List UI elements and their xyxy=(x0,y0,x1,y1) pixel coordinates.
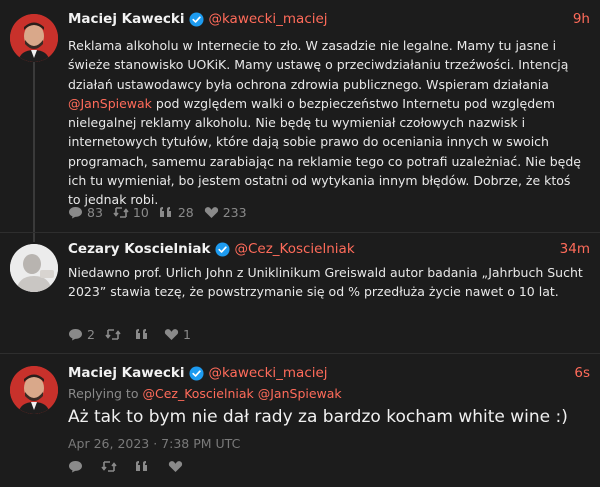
like-icon xyxy=(164,329,179,340)
retweet-count: 10 xyxy=(132,205,149,220)
verified-badge-icon xyxy=(215,241,230,257)
reply-icon xyxy=(69,461,82,473)
like-count: 233 xyxy=(222,205,247,220)
like-stat[interactable] xyxy=(168,460,187,473)
tweet-text-part: pod względem walki o bezpieczeństwo Inte… xyxy=(68,95,585,208)
like-count: 1 xyxy=(182,327,191,342)
retweet-stat[interactable] xyxy=(105,328,125,341)
like-icon xyxy=(204,207,218,218)
reply-icon xyxy=(69,207,82,219)
tweet-1[interactable]: Maciej Kawecki @kawecki_maciej 9h Reklam… xyxy=(0,0,600,232)
avatar[interactable] xyxy=(10,366,58,414)
verified-badge-icon xyxy=(189,11,204,27)
mention-link[interactable]: @JanSpiewak xyxy=(68,96,152,111)
retweet-icon xyxy=(113,207,129,218)
tweet-text: Reklama alkoholu w Internecie to zło. W … xyxy=(68,36,586,210)
like-stat[interactable]: 1 xyxy=(164,327,191,342)
reply-count: 2 xyxy=(87,327,95,342)
like-icon xyxy=(168,461,183,472)
author-name[interactable]: Maciej Kawecki xyxy=(68,365,184,381)
avatar[interactable] xyxy=(10,244,58,292)
retweet-stat[interactable]: 10 xyxy=(113,205,149,220)
quote-stat[interactable] xyxy=(135,328,154,341)
reply-stat[interactable]: 2 xyxy=(68,327,95,342)
retweet-stat[interactable] xyxy=(101,460,121,473)
author-handle[interactable]: @Cez_Koscielniak xyxy=(234,241,354,257)
author-name[interactable]: Cezary Koscielniak xyxy=(68,241,210,257)
tweet-stats xyxy=(68,460,197,473)
author-handle[interactable]: @kawecki_maciej xyxy=(208,11,327,27)
reply-stat[interactable] xyxy=(68,460,87,473)
author-handle[interactable]: @kawecki_maciej xyxy=(208,365,327,381)
tweet-2[interactable]: Cezary Koscielniak @Cez_Koscielniak 34m … xyxy=(0,233,600,353)
tweet-text-part: Reklama alkoholu w Internecie to zło. W … xyxy=(68,38,573,92)
tweet-time[interactable]: 34m xyxy=(560,241,590,257)
tweet-stats: 2 1 xyxy=(68,327,201,342)
tweet-header: Maciej Kawecki @kawecki_maciej 9h xyxy=(68,9,590,29)
tweet-header: Maciej Kawecki @kawecki_maciej 6s xyxy=(68,363,590,383)
tweet-header: Cezary Koscielniak @Cez_Koscielniak 34m xyxy=(68,239,590,259)
tweet-text: Niedawno prof. Urlich John z Uniklinikum… xyxy=(68,265,587,300)
reply-icon xyxy=(69,329,82,341)
quote-stat[interactable]: 28 xyxy=(159,205,194,220)
quote-icon xyxy=(135,329,147,339)
tweet-time[interactable]: 9h xyxy=(573,11,590,27)
tweet-date[interactable]: Apr 26, 2023 · 7:38 PM UTC xyxy=(68,436,240,451)
author-name[interactable]: Maciej Kawecki xyxy=(68,11,184,27)
retweet-icon xyxy=(101,461,117,472)
verified-badge-icon xyxy=(189,365,204,381)
tweet-time[interactable]: 6s xyxy=(574,365,590,381)
avatar[interactable] xyxy=(10,14,58,62)
tweet-3[interactable]: Maciej Kawecki @kawecki_maciej 6s Replyi… xyxy=(0,354,600,487)
replying-label: Replying to xyxy=(68,386,139,401)
tweet-text: Aż tak to bym nie dał rady za bardzo koc… xyxy=(68,407,568,427)
reply-count: 83 xyxy=(87,205,103,220)
reply-stat[interactable]: 83 xyxy=(68,205,103,220)
replying-to: Replying to @Cez_Koscielniak @JanSpiewak xyxy=(68,386,342,401)
replying-mention[interactable]: @JanSpiewak xyxy=(258,386,342,401)
quote-icon xyxy=(159,207,171,217)
like-stat[interactable]: 233 xyxy=(204,205,247,220)
quote-stat[interactable] xyxy=(135,460,154,473)
retweet-icon xyxy=(105,329,121,340)
tweet-stats: 83 10 28 233 xyxy=(68,205,257,220)
quote-icon xyxy=(136,461,147,471)
quote-count: 28 xyxy=(177,205,194,220)
replying-mention[interactable]: @Cez_Koscielniak xyxy=(142,386,253,401)
